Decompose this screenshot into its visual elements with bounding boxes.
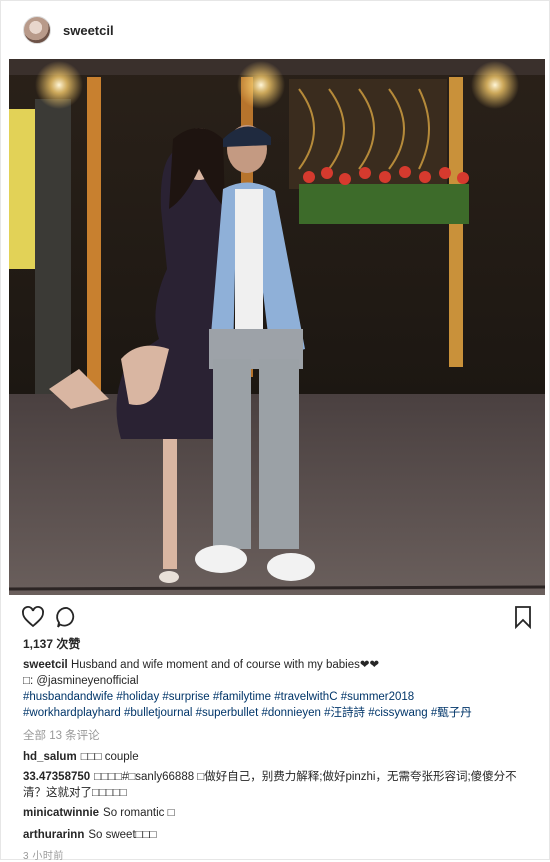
- caption-text: Husband and wife moment and of course wi…: [70, 659, 380, 671]
- comment-username[interactable]: hd_salum: [23, 751, 77, 763]
- post-caption: sweetcil Husband and wife moment and of …: [23, 657, 529, 721]
- comment-text: So romantic □: [103, 807, 175, 819]
- comment-item: hd_salum □□□ couple: [23, 749, 533, 765]
- instagram-post: sweetcil 1,137 次赞 sweetcil Husband and w…: [0, 0, 550, 862]
- comment-username[interactable]: minicatwinnie: [23, 807, 99, 819]
- caption-username[interactable]: sweetcil: [23, 659, 68, 671]
- comment-username[interactable]: 33.47358750: [23, 771, 90, 783]
- comment-item: arthurarinn So sweet□□□: [23, 827, 533, 843]
- comment-username[interactable]: arthurarinn: [23, 829, 84, 841]
- like-count[interactable]: 1,137 次赞: [23, 635, 80, 652]
- caption-hashtags-line2[interactable]: #workhardplayhard #bulletjournal #superb…: [23, 705, 529, 721]
- avatar[interactable]: [23, 16, 51, 44]
- view-all-comments-link[interactable]: 全部 13 条评论: [23, 727, 100, 743]
- bookmark-icon[interactable]: [511, 605, 537, 631]
- comment-text: So sweet□□□: [88, 829, 157, 841]
- photo-illustration: [9, 59, 545, 595]
- caption-hashtags-line1[interactable]: #husbandandwife #holiday #surprise #fami…: [23, 689, 529, 705]
- comment-bubble-icon[interactable]: [55, 605, 81, 631]
- post-username[interactable]: sweetcil: [63, 23, 114, 38]
- post-header: sweetcil: [1, 1, 549, 59]
- comment-text: □□□□#□sanly66888 □做好自己，别费力解释;做好pinzhi，无需…: [23, 771, 517, 799]
- comment-item: minicatwinnie So romantic □: [23, 805, 533, 821]
- comment-text: □□□ couple: [80, 751, 139, 763]
- action-bar: [21, 605, 533, 631]
- post-photo[interactable]: [9, 59, 545, 595]
- comment-item: 33.47358750 □□□□#□sanly66888 □做好自己，别费力解释;…: [23, 769, 533, 801]
- caption-credit: □: @jasmineyenofficial: [23, 675, 139, 687]
- heart-icon[interactable]: [21, 605, 47, 631]
